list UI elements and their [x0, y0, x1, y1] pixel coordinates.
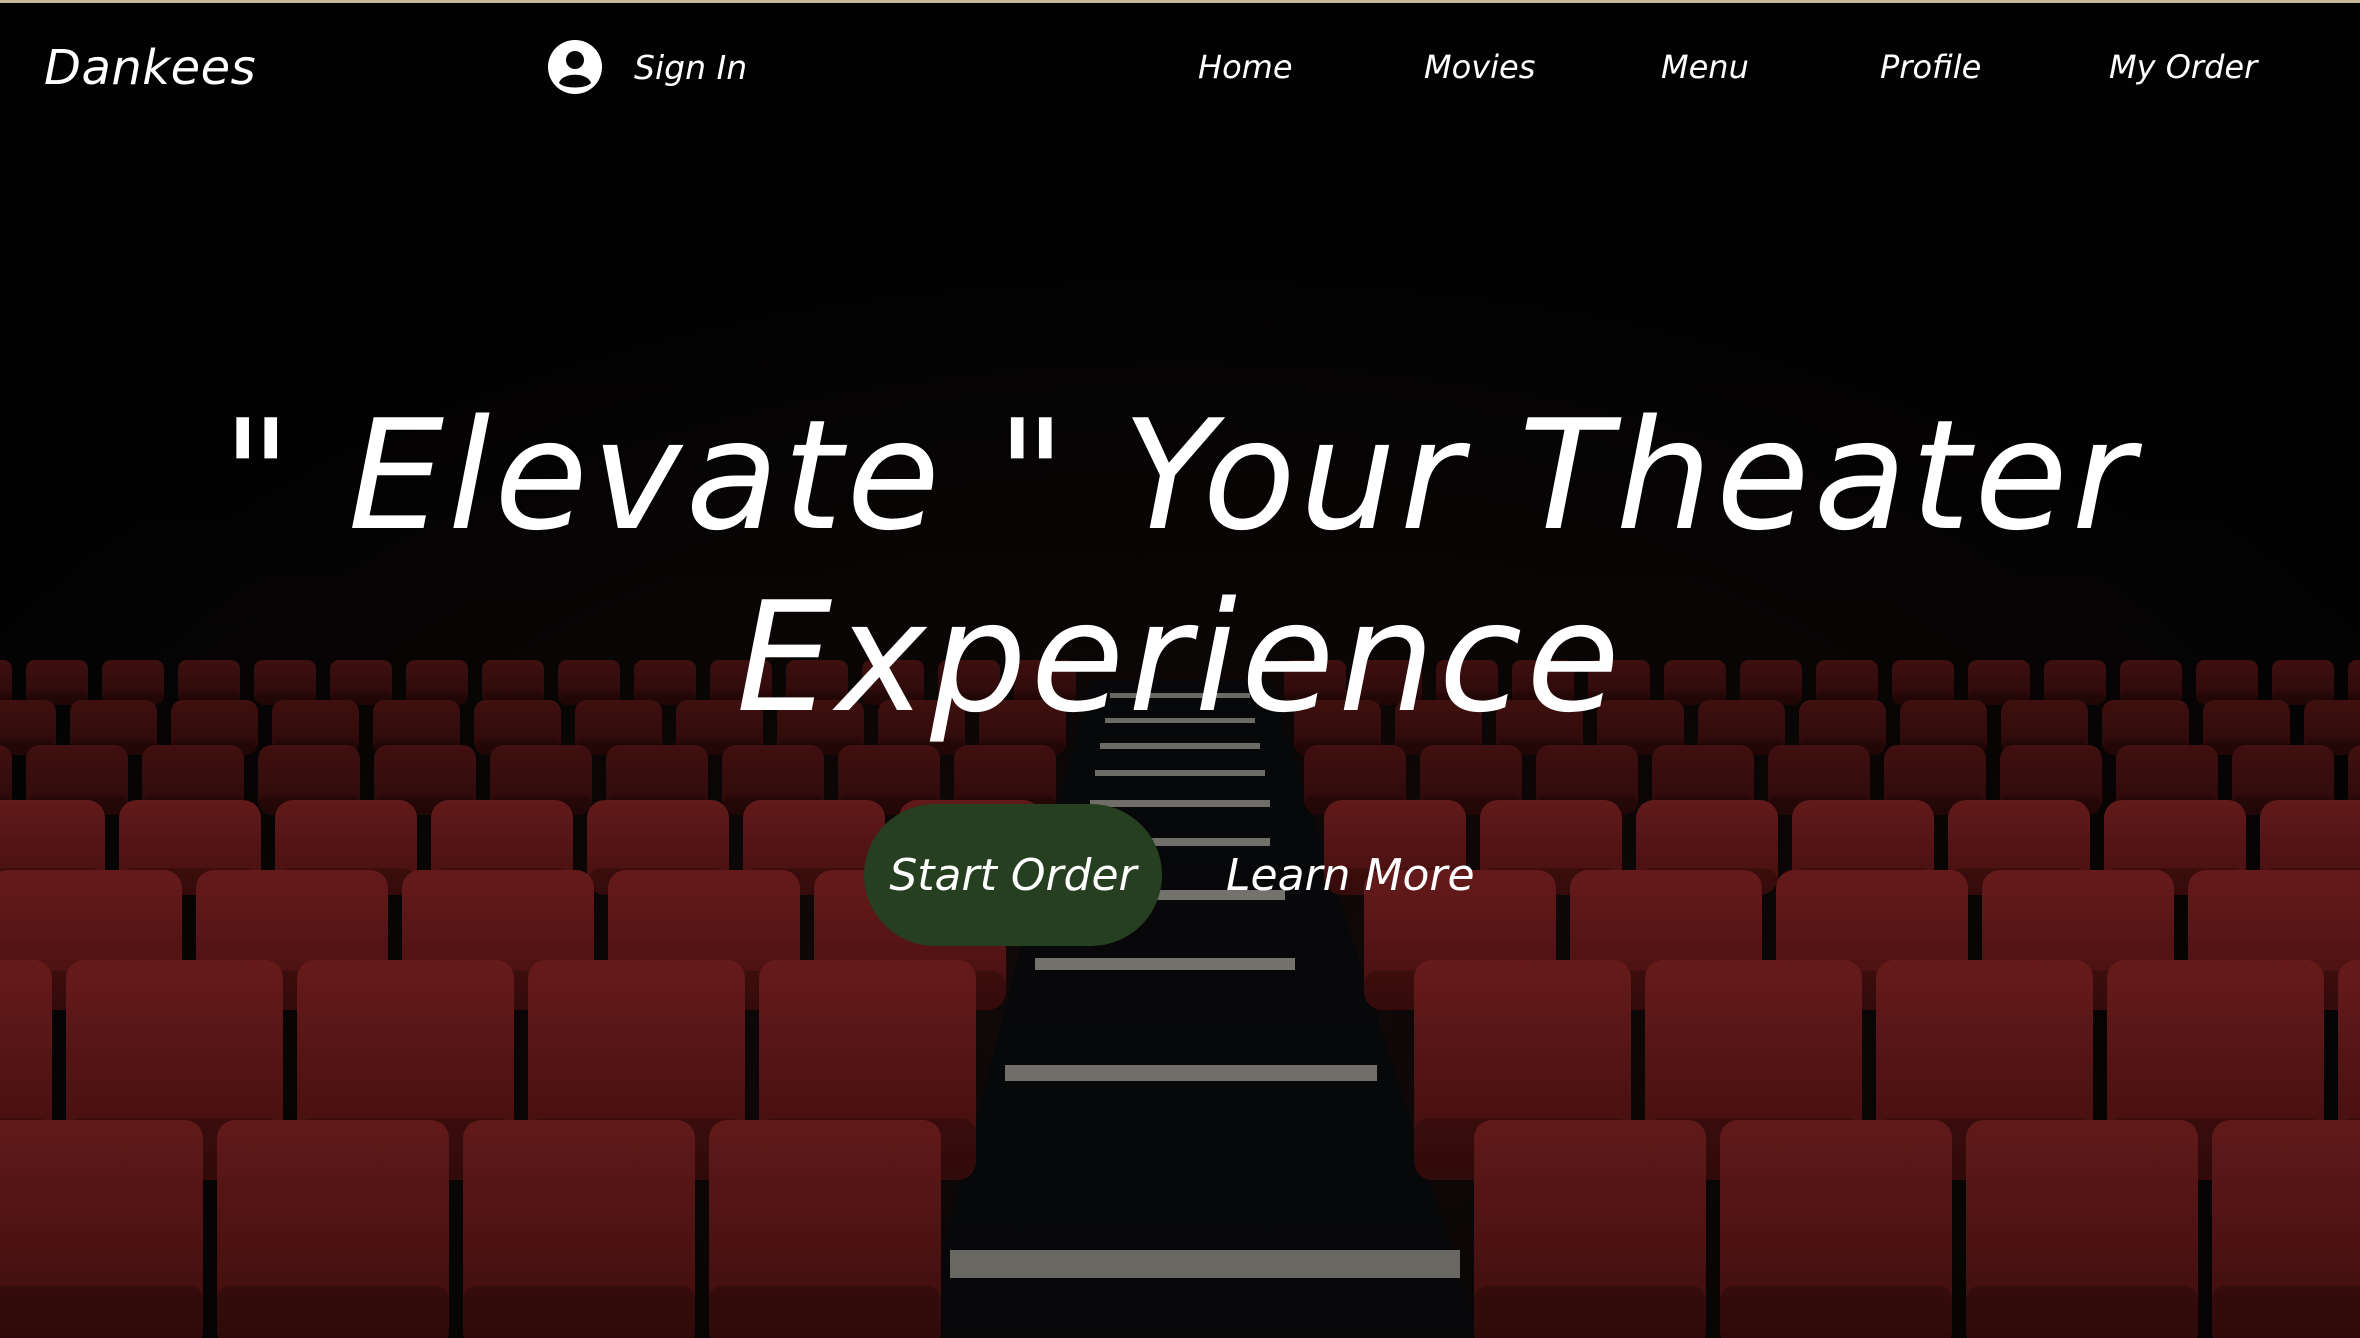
nav-item-home[interactable]: Home [1198, 48, 1293, 86]
nav-item-menu[interactable]: Menu [1661, 48, 1749, 86]
hero-actions: Start Order Learn More [864, 804, 1475, 946]
hero-title-line-2: Experience [736, 569, 1624, 746]
learn-more-link[interactable]: Learn More [1226, 850, 1475, 901]
start-order-button[interactable]: Start Order [864, 804, 1162, 946]
navbar: Dankees Sign In Home Movies Menu Profile… [0, 0, 2360, 140]
hero-title-line-1: " Elevate " Your Theater [221, 387, 2139, 564]
landing-page: Dankees Sign In Home Movies Menu Profile… [0, 0, 2360, 1338]
nav-item-movies[interactable]: Movies [1424, 48, 1535, 86]
hero-title: " Elevate " Your Theater Experience [180, 385, 2180, 749]
nav-item-profile[interactable]: Profile [1880, 48, 1981, 86]
main-nav: Home Movies Menu Profile My Order [0, 48, 2360, 92]
nav-item-my-order[interactable]: My Order [2109, 48, 2257, 86]
